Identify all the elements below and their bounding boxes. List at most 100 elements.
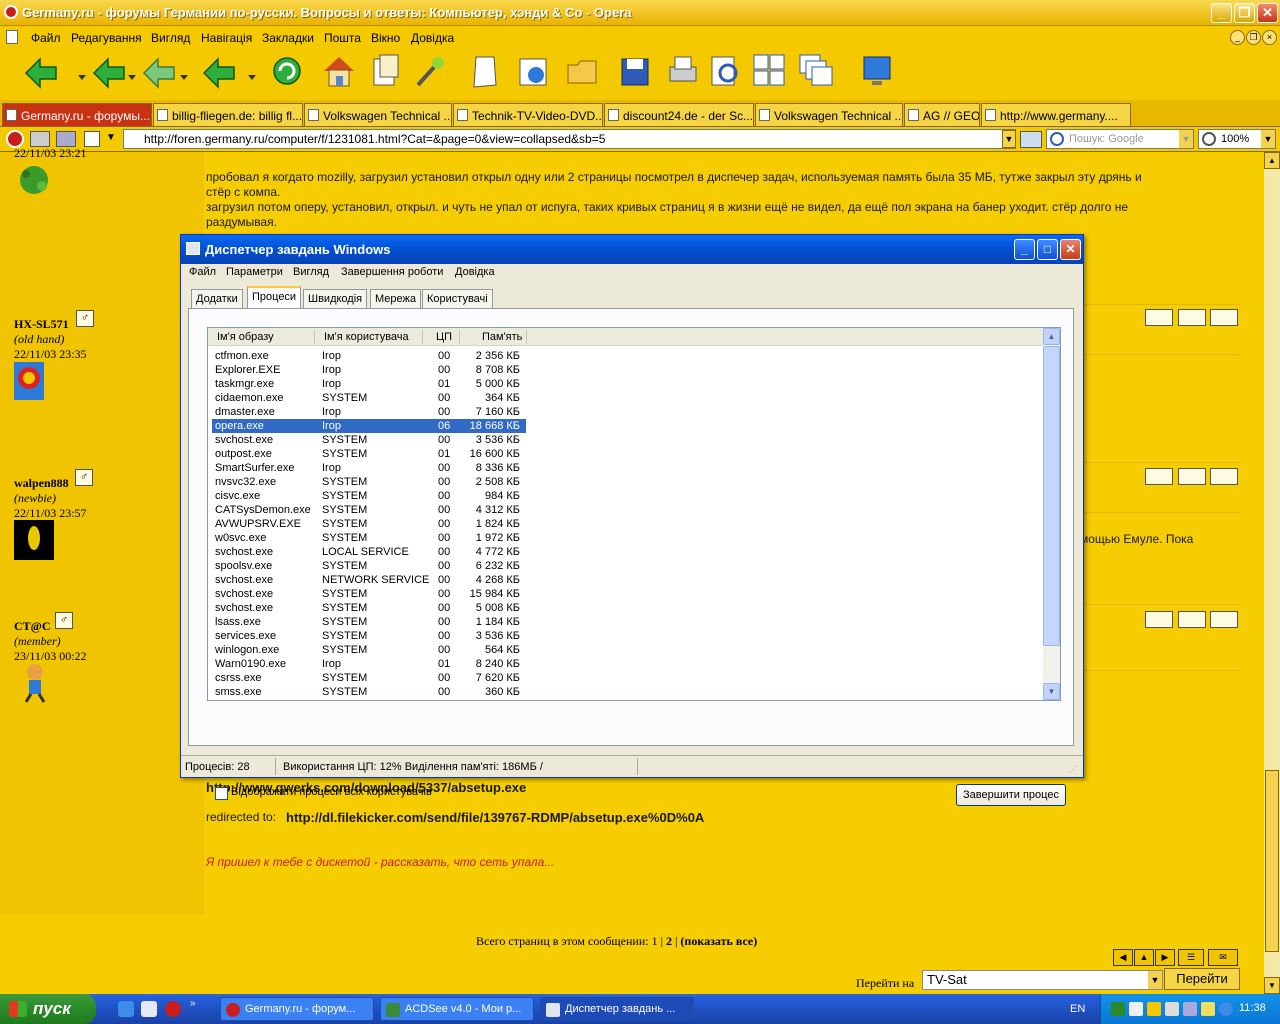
scroll-up-icon[interactable]: ▲: [1264, 152, 1280, 169]
tm-minimize-button[interactable]: _: [1014, 239, 1035, 260]
process-row[interactable]: taskmgr.exe Irop 01 5 000 КБ: [212, 377, 526, 391]
column-divider[interactable]: [314, 330, 315, 344]
tab-discount24[interactable]: discount24.de - der Sc...: [604, 103, 754, 126]
column-divider[interactable]: [422, 330, 423, 344]
task-taskmanager[interactable]: Диспетчер завдань ...: [540, 997, 694, 1021]
rewind-dropdown-icon[interactable]: [246, 51, 258, 91]
menu-help[interactable]: Довідка: [411, 31, 454, 45]
scroll-down-icon[interactable]: ▼: [1043, 683, 1060, 700]
process-row[interactable]: Explorer.EXE Irop 00 8 708 КБ: [212, 363, 526, 377]
col-cpu[interactable]: ЦП: [436, 331, 452, 343]
new-page-icon[interactable]: [466, 51, 504, 91]
process-row[interactable]: svchost.exe NETWORK SERVICE 00 4 268 КБ: [212, 573, 526, 587]
edit-post-button[interactable]: [1210, 468, 1238, 485]
web-page-icon[interactable]: [514, 51, 552, 91]
url-dropdown-icon[interactable]: ▼: [1002, 130, 1016, 148]
menu-window[interactable]: Вікно: [371, 31, 400, 45]
prev-arrow-icon[interactable]: ◀: [1113, 949, 1133, 966]
show-all-processes-checkbox[interactable]: [215, 787, 228, 800]
tab-performance[interactable]: Швидкодія: [303, 289, 368, 308]
process-row[interactable]: AVWUPSRV.EXE SYSTEM 00 1 824 КБ: [212, 517, 526, 531]
process-row[interactable]: services.exe SYSTEM 00 3 536 КБ: [212, 629, 526, 643]
end-process-button[interactable]: Завершити процес: [956, 784, 1066, 806]
menu-file[interactable]: Файл: [31, 31, 61, 45]
language-indicator[interactable]: EN: [1070, 1003, 1085, 1015]
process-list-scrollbar[interactable]: ▲ ▼: [1043, 328, 1060, 700]
process-row[interactable]: outpost.exe SYSTEM 01 16 600 КБ: [212, 447, 526, 461]
security-icon[interactable]: [1020, 131, 1042, 148]
process-row[interactable]: svchost.exe SYSTEM 00 15 984 КБ: [212, 587, 526, 601]
goto-button[interactable]: Перейти: [1164, 968, 1240, 990]
search-dropdown-icon[interactable]: ▼: [1179, 130, 1193, 148]
process-row[interactable]: SmartSurfer.exe Irop 00 8 336 КБ: [212, 461, 526, 475]
process-row[interactable]: csrss.exe SYSTEM 00 7 620 КБ: [212, 671, 526, 685]
clock[interactable]: 11:38: [1239, 1002, 1266, 1014]
zoom-dropdown-icon[interactable]: ▼: [1261, 130, 1275, 148]
rewind-icon[interactable]: [200, 51, 238, 91]
process-row[interactable]: CATSysDemon.exe SYSTEM 00 4 312 КБ: [212, 503, 526, 517]
process-row[interactable]: svchost.exe SYSTEM 00 3 536 КБ: [212, 433, 526, 447]
next-arrow-icon[interactable]: ▶: [1155, 949, 1175, 966]
process-row[interactable]: winlogon.exe SYSTEM 00 564 КБ: [212, 643, 526, 657]
open-folder-icon[interactable]: [564, 51, 602, 91]
forward-dropdown-icon[interactable]: [126, 51, 138, 91]
process-row[interactable]: smss.exe SYSTEM 00 360 КБ: [212, 685, 526, 699]
close-button[interactable]: ✕: [1257, 3, 1278, 23]
minimize-button[interactable]: _: [1211, 3, 1232, 23]
back-icon[interactable]: [22, 51, 60, 91]
forward-back-icon[interactable]: [90, 51, 128, 91]
col-image-name[interactable]: Ім'я образу: [217, 331, 274, 343]
scroll-thumb[interactable]: [1265, 770, 1279, 952]
menu-view[interactable]: Вигляд: [151, 31, 190, 45]
print-post-button[interactable]: [1178, 309, 1206, 326]
scroll-thumb[interactable]: [1043, 346, 1060, 646]
back-dropdown-icon[interactable]: [76, 51, 88, 91]
mdi-close-button[interactable]: ×: [1262, 30, 1277, 45]
tm-close-button[interactable]: ✕: [1060, 239, 1081, 260]
tm-menu-options[interactable]: Параметри: [226, 266, 283, 278]
scroll-down-icon[interactable]: ▼: [1264, 977, 1280, 994]
column-divider[interactable]: [526, 330, 527, 344]
reload-icon[interactable]: [268, 51, 306, 91]
network-tray-icon[interactable]: [1111, 1002, 1125, 1016]
forum-select[interactable]: TV-Sat ▼: [922, 970, 1163, 990]
new-topic-icon[interactable]: ✉: [1208, 949, 1238, 966]
chevron-down-icon[interactable]: ▼: [106, 132, 116, 143]
show-desktop-icon[interactable]: [141, 1001, 157, 1017]
resize-grip-icon[interactable]: ⋰: [1069, 764, 1078, 775]
zoom-select[interactable]: 100% ▼: [1198, 129, 1276, 149]
monitor-tray-icon[interactable]: [1183, 1002, 1197, 1016]
camera-icon[interactable]: [30, 131, 50, 147]
cascade-windows-icon[interactable]: [796, 51, 834, 91]
maximize-button[interactable]: ❐: [1234, 3, 1255, 23]
column-divider[interactable]: [459, 330, 460, 344]
task-manager-titlebar[interactable]: Диспетчер завдань Windows _ □ ✕: [181, 235, 1083, 264]
author-name[interactable]: walpen888: [14, 476, 69, 491]
tab-technik-tv[interactable]: Technik-TV-Video-DVD...: [453, 103, 603, 126]
volume-tray-icon[interactable]: [1165, 1002, 1179, 1016]
tab-applications[interactable]: Додатки: [191, 289, 243, 308]
find-icon[interactable]: [706, 51, 744, 91]
process-row[interactable]: cisvc.exe SYSTEM 00 984 КБ: [212, 489, 526, 503]
ie-icon[interactable]: [118, 1001, 134, 1017]
tm-maximize-button[interactable]: □: [1037, 239, 1058, 260]
process-row[interactable]: opera.exe Irop 06 18 668 КБ: [212, 419, 526, 433]
process-row[interactable]: svchost.exe LOCAL SERVICE 00 4 772 КБ: [212, 545, 526, 559]
print-post-button[interactable]: [1178, 468, 1206, 485]
tab-networking[interactable]: Мережа: [370, 289, 421, 308]
opera-quicklaunch-icon[interactable]: [165, 1001, 181, 1017]
page-scrollbar[interactable]: ▲ ▼: [1264, 152, 1280, 994]
tab-users[interactable]: Користувачі: [422, 289, 493, 308]
print-post-button[interactable]: [1178, 611, 1206, 628]
process-row[interactable]: w0svc.exe SYSTEM 00 1 972 КБ: [212, 531, 526, 545]
tm-menu-file[interactable]: Файл: [189, 266, 216, 278]
author-name[interactable]: HX-SL571: [14, 317, 69, 332]
process-row[interactable]: Warn0190.exe Irop 01 8 240 КБ: [212, 657, 526, 671]
scroll-up-icon[interactable]: ▲: [1043, 328, 1060, 345]
tab-volkswagen-2[interactable]: Volkswagen Technical ...: [755, 103, 903, 126]
forward-icon[interactable]: [140, 51, 178, 91]
process-row[interactable]: dmaster.exe Irop 00 7 160 КБ: [212, 405, 526, 419]
firewall-tray-icon[interactable]: [1129, 1002, 1143, 1016]
reply-quote-button[interactable]: [1145, 468, 1173, 485]
search-input[interactable]: Пошук: Google ▼: [1046, 129, 1194, 149]
